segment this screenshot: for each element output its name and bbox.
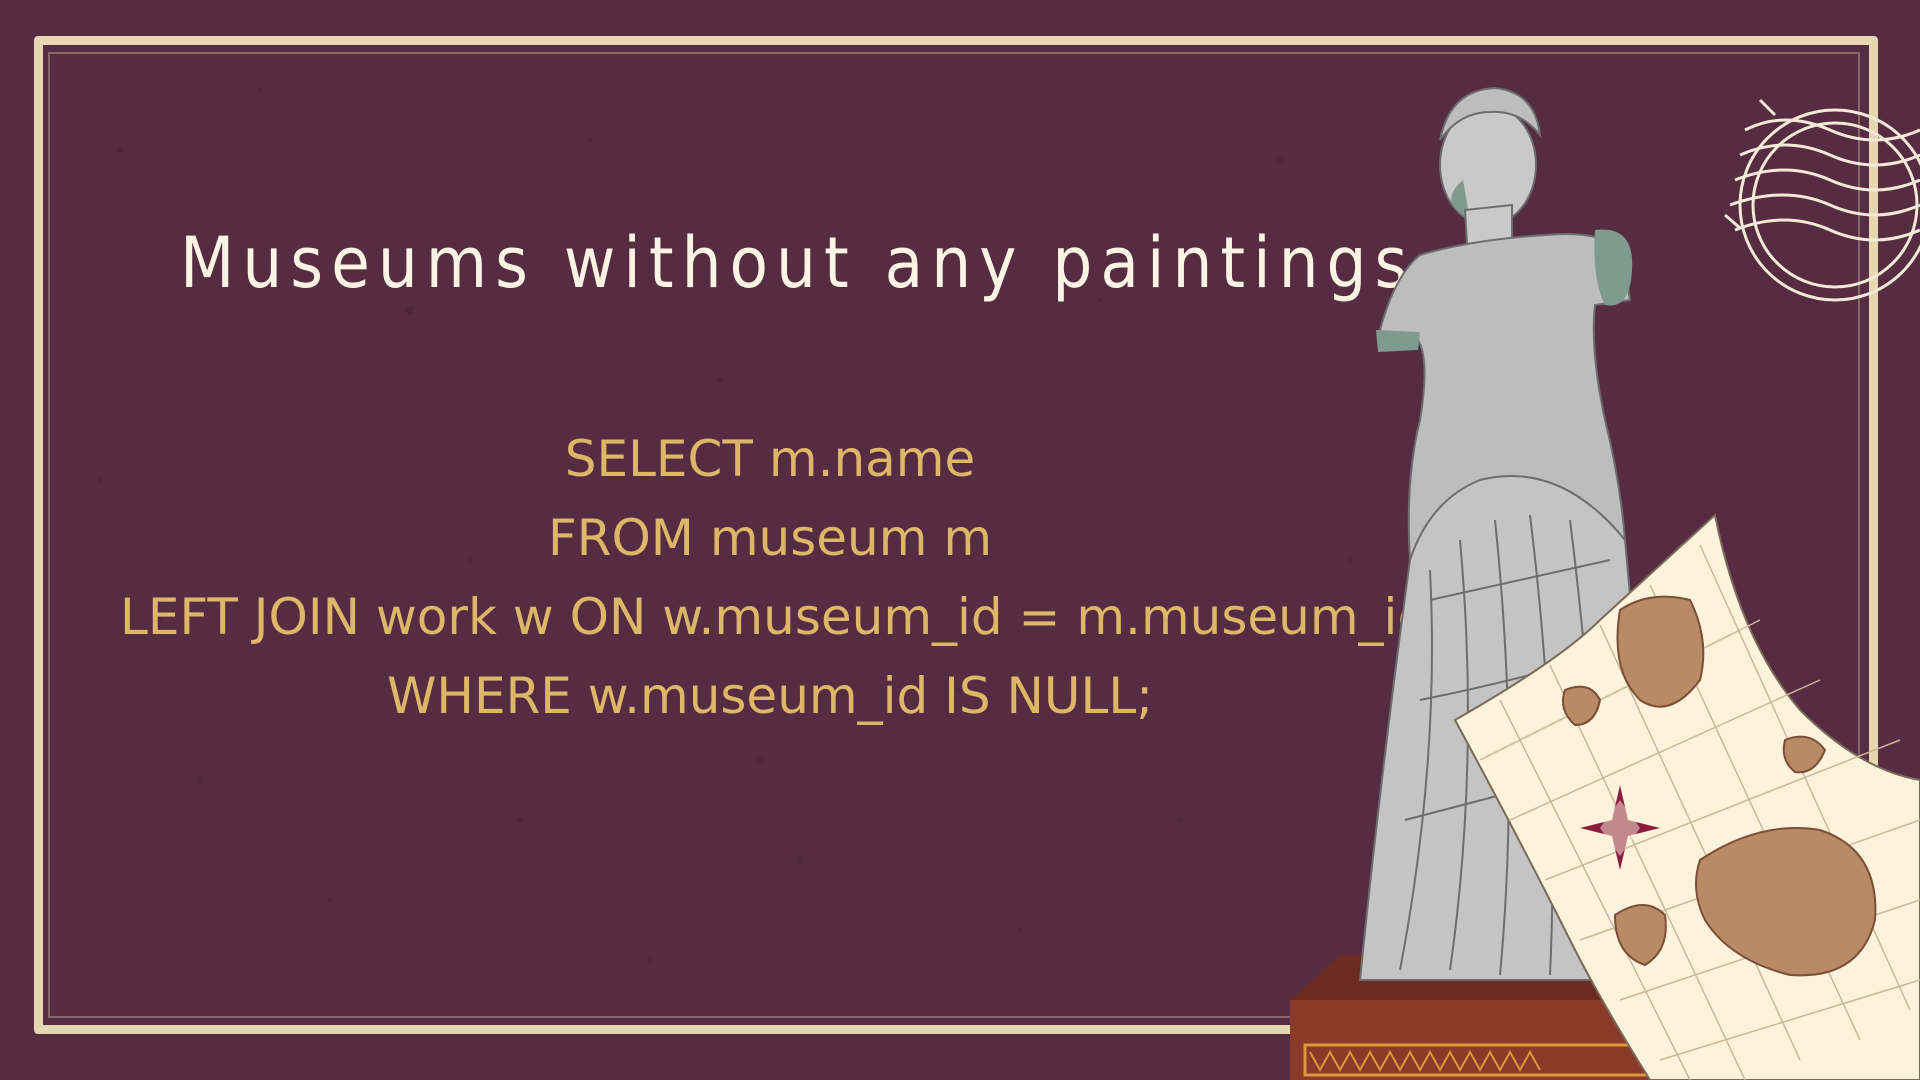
- postmark-stamp-icon: [1724, 98, 1920, 302]
- illustration-layer: [1290, 86, 1920, 1080]
- slide: Museums without any paintings SELECT m.n…: [0, 0, 1920, 1080]
